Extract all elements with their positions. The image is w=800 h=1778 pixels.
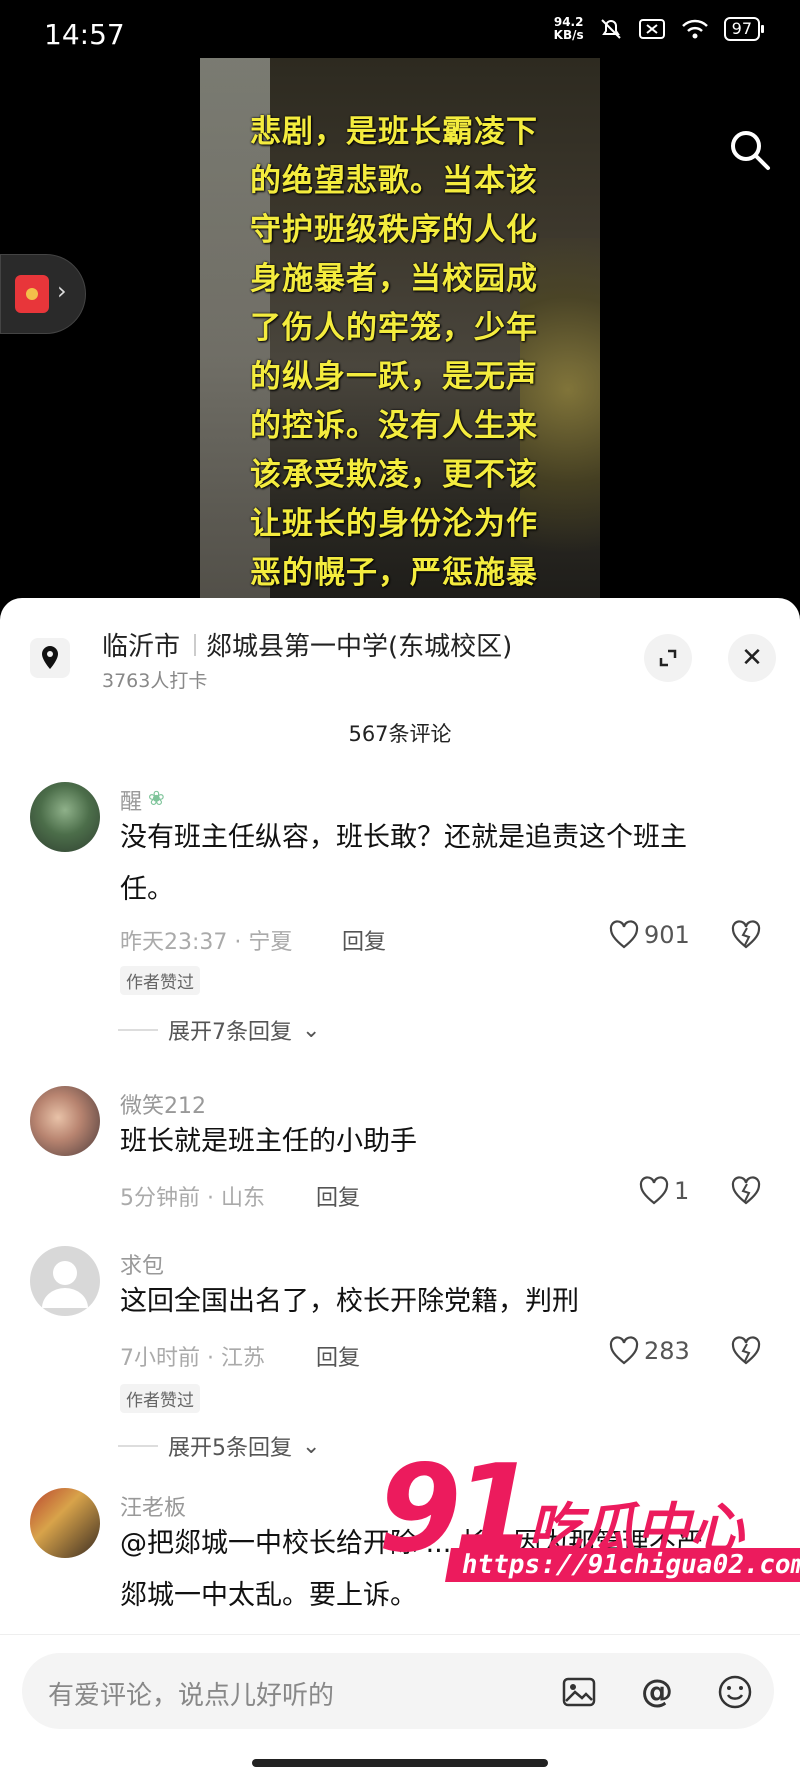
- close-icon: ✕: [741, 643, 763, 673]
- watermark-url: https://91chigua02.com: [445, 1548, 800, 1582]
- divider-line: [118, 1445, 158, 1447]
- like-button[interactable]: 1: [638, 1176, 689, 1206]
- mention-icon[interactable]: @: [638, 1673, 676, 1711]
- reply-button[interactable]: 回复: [342, 924, 386, 956]
- location-divider: [194, 634, 196, 656]
- user-badge-icon: ❀: [148, 786, 165, 810]
- location-checkins: 3763人打卡: [102, 670, 208, 692]
- search-button[interactable]: [728, 128, 772, 172]
- avatar[interactable]: [30, 1246, 100, 1316]
- close-sheet-button[interactable]: ✕: [728, 634, 776, 682]
- search-icon: [731, 131, 770, 170]
- dislike-button[interactable]: [730, 1336, 762, 1370]
- like-count: 901: [644, 921, 690, 949]
- broken-heart-icon: [731, 1176, 761, 1205]
- red-packet-button[interactable]: ›: [0, 254, 86, 334]
- comments-count: 567条评论: [348, 722, 452, 746]
- chevron-right-icon: ›: [57, 277, 67, 305]
- expand-sheet-button[interactable]: [644, 634, 692, 682]
- net-speed: 94.2 KB/s: [553, 15, 584, 42]
- reply-button[interactable]: 回复: [316, 1180, 360, 1212]
- bell-muted-icon: [600, 19, 621, 39]
- author-liked-badge: 作者赞过: [120, 1384, 200, 1413]
- dislike-button[interactable]: [730, 1176, 762, 1210]
- dislike-button[interactable]: [730, 920, 762, 954]
- home-indicator[interactable]: [252, 1759, 548, 1767]
- comment-text: 这回全国出名了，校长开除党籍，判刑: [120, 1286, 579, 1317]
- chevron-down-icon: ⌄: [302, 1017, 321, 1043]
- comment-input-placeholder: 有爱评论，说点儿好听的: [48, 1681, 335, 1711]
- video-player[interactable]: 悲剧，是班长霸凌下的绝望悲歌。当本该守护班级秩序的人化身施暴者，当校园成了伤人的…: [0, 58, 800, 618]
- heart-icon: [639, 1176, 669, 1205]
- avatar[interactable]: [30, 1488, 100, 1558]
- avatar[interactable]: [30, 782, 100, 852]
- broken-heart-icon: [731, 1336, 761, 1365]
- location-school[interactable]: 郯城县第一中学(东城校区): [206, 626, 512, 663]
- comment-meta: 5分钟前 · 山东: [120, 1186, 265, 1211]
- divider-line: [118, 1029, 158, 1031]
- heart-icon: [609, 920, 639, 949]
- expand-replies-button[interactable]: 展开5条回复 ⌄: [118, 1430, 320, 1462]
- comment-text: 没有班主任纵容，班长敢？还就是追责这个班主任。: [120, 822, 687, 905]
- broken-heart-icon: [731, 920, 761, 949]
- watermark-logo: 91 吃瓜中心 https://91chigua02.com: [378, 1440, 800, 1610]
- reply-button[interactable]: 回复: [316, 1340, 360, 1372]
- status-time: 14:57: [44, 18, 125, 51]
- wifi-icon: [681, 19, 708, 39]
- like-button[interactable]: 901: [608, 920, 690, 950]
- like-count: 1: [674, 1177, 690, 1205]
- comment-input-bar: 有爱评论，说点儿好听的 @: [0, 1634, 800, 1778]
- author-liked-badge: 作者赞过: [120, 966, 200, 995]
- svg-text:@: @: [641, 1673, 673, 1710]
- location-city[interactable]: 临沂市: [102, 626, 180, 663]
- comment-meta: 7小时前 · 江苏: [120, 1346, 265, 1371]
- chevron-down-icon: ⌄: [302, 1433, 321, 1459]
- sim-off-icon: [638, 19, 665, 39]
- location-pin-icon: [30, 638, 70, 678]
- expand-replies-button[interactable]: 展开7条回复 ⌄: [118, 1014, 320, 1046]
- battery-indicator: 97: [723, 17, 765, 41]
- comment-text: 班长就是班主任的小助手: [120, 1126, 417, 1157]
- status-icons: 94.2 KB/s 97: [553, 15, 765, 42]
- video-overlay-text: 悲剧，是班长霸凌下的绝望悲歌。当本该守护班级秩序的人化身施暴者，当校园成了伤人的…: [250, 114, 538, 618]
- default-avatar-icon: [42, 1261, 88, 1308]
- image-icon[interactable]: [560, 1673, 598, 1711]
- like-count: 283: [644, 1337, 690, 1365]
- heart-icon: [609, 1336, 639, 1365]
- comment-input[interactable]: 有爱评论，说点儿好听的 @: [22, 1653, 774, 1729]
- avatar[interactable]: [30, 1086, 100, 1156]
- comment-meta: 昨天23:37 · 宁夏: [120, 930, 293, 955]
- emoji-icon[interactable]: [716, 1673, 754, 1711]
- like-button[interactable]: 283: [608, 1336, 690, 1366]
- red-envelope-icon: [15, 275, 49, 313]
- expand-icon: [659, 649, 677, 667]
